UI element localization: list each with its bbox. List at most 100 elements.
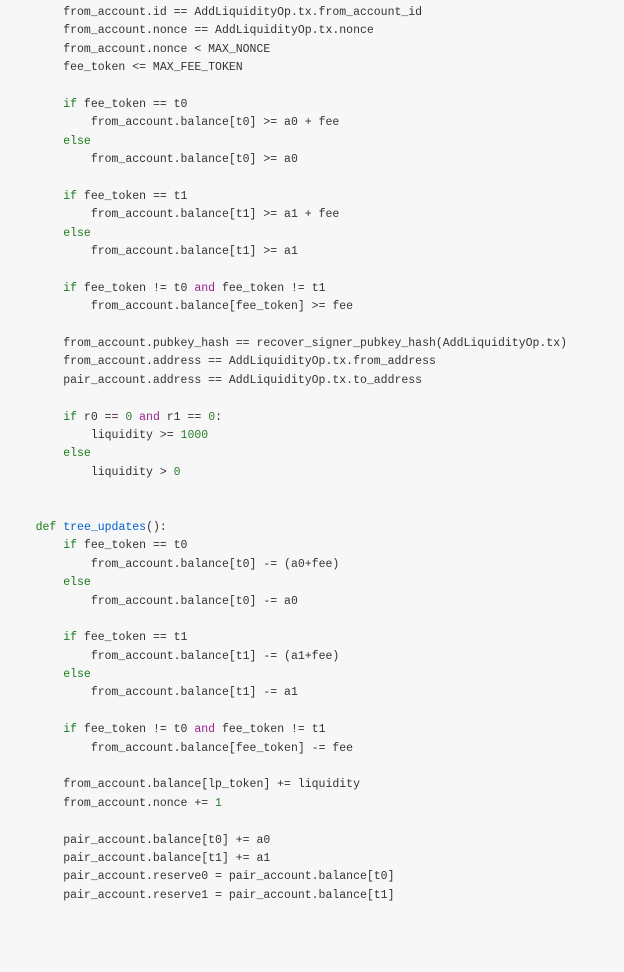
code-token: fee_token == t0	[77, 539, 187, 552]
code-line: from_account.balance[t1] >= a1	[8, 243, 616, 261]
code-token: from_account.balance[fee_token] >= fee	[91, 300, 353, 313]
indent	[8, 631, 63, 644]
indent	[8, 190, 63, 203]
code-token: from_account.balance[t1] -= (a1+fee)	[91, 650, 339, 663]
indent	[8, 208, 91, 221]
indent	[8, 650, 91, 663]
code-line: else	[8, 445, 616, 463]
code-token: else	[63, 135, 91, 148]
code-token: from_account.balance[t1] -= a1	[91, 686, 298, 699]
code-line: from_account.balance[t1] >= a1 + fee	[8, 206, 616, 224]
code-token: pair_account.balance[t1] += a1	[63, 852, 270, 865]
indent	[8, 282, 63, 295]
code-token: 1000	[181, 429, 209, 442]
indent	[8, 834, 63, 847]
code-line: if fee_token != t0 and fee_token != t1	[8, 721, 616, 739]
code-line: if fee_token == t1	[8, 629, 616, 647]
code-token: from_account.pubkey_hash == recover_sign…	[63, 337, 567, 350]
indent	[8, 447, 63, 460]
code-line	[8, 611, 616, 629]
code-token: else	[63, 447, 91, 460]
code-line: liquidity >= 1000	[8, 427, 616, 445]
code-line: pair_account.balance[t0] += a0	[8, 832, 616, 850]
code-token: from_account.id == AddLiquidityOp.tx.fro…	[63, 6, 422, 19]
code-token: r0 ==	[77, 411, 125, 424]
indent	[8, 686, 91, 699]
indent	[8, 668, 63, 681]
code-token: def	[36, 521, 57, 534]
code-token: tree_updates	[63, 521, 146, 534]
code-line	[8, 261, 616, 279]
code-line: else	[8, 133, 616, 151]
code-block: from_account.id == AddLiquidityOp.tx.fro…	[8, 4, 616, 905]
code-line: pair_account.reserve0 = pair_account.bal…	[8, 868, 616, 886]
indent	[8, 300, 91, 313]
indent	[8, 466, 91, 479]
code-token: from_account.balance[t0] >= a0 + fee	[91, 116, 339, 129]
indent	[8, 355, 63, 368]
indent	[8, 227, 63, 240]
code-line: if fee_token != t0 and fee_token != t1	[8, 280, 616, 298]
code-token: from_account.address == AddLiquidityOp.t…	[63, 355, 436, 368]
code-token: fee_token != t1	[215, 723, 325, 736]
indent	[8, 61, 63, 74]
code-token: and	[194, 723, 215, 736]
code-token: fee_token <= MAX_FEE_TOKEN	[63, 61, 242, 74]
code-token: from_account.balance[lp_token] += liquid…	[63, 778, 360, 791]
code-line: from_account.nonce += 1	[8, 795, 616, 813]
code-line: def tree_updates():	[8, 519, 616, 537]
indent	[8, 116, 91, 129]
code-token: pair_account.reserve1 = pair_account.bal…	[63, 889, 394, 902]
code-token: fee_token == t1	[77, 190, 187, 203]
code-token: pair_account.reserve0 = pair_account.bal…	[63, 870, 394, 883]
code-token: from_account.balance[t1] >= a1 + fee	[91, 208, 339, 221]
code-line: from_account.balance[t0] -= (a0+fee)	[8, 556, 616, 574]
code-token: ():	[146, 521, 167, 534]
code-line: from_account.balance[t0] -= a0	[8, 593, 616, 611]
indent	[8, 870, 63, 883]
code-line: if fee_token == t1	[8, 188, 616, 206]
code-token: 1	[215, 797, 222, 810]
code-line: from_account.balance[fee_token] >= fee	[8, 298, 616, 316]
code-line: pair_account.address == AddLiquidityOp.t…	[8, 372, 616, 390]
code-line: else	[8, 574, 616, 592]
code-line	[8, 390, 616, 408]
code-line: pair_account.reserve1 = pair_account.bal…	[8, 887, 616, 905]
code-line: from_account.id == AddLiquidityOp.tx.fro…	[8, 4, 616, 22]
indent	[8, 723, 63, 736]
indent	[8, 135, 63, 148]
indent	[8, 411, 63, 424]
indent	[8, 778, 63, 791]
code-token: from_account.nonce < MAX_NONCE	[63, 43, 270, 56]
code-token: from_account.balance[t0] -= (a0+fee)	[91, 558, 339, 571]
code-token: from_account.balance[fee_token] -= fee	[91, 742, 353, 755]
code-line	[8, 501, 616, 519]
code-token: fee_token == t0	[77, 98, 187, 111]
code-line: from_account.balance[fee_token] -= fee	[8, 740, 616, 758]
code-line: else	[8, 666, 616, 684]
code-token: fee_token != t0	[77, 282, 194, 295]
code-line: pair_account.balance[t1] += a1	[8, 850, 616, 868]
code-line: from_account.balance[lp_token] += liquid…	[8, 776, 616, 794]
code-token: if	[63, 282, 77, 295]
code-line: from_account.nonce < MAX_NONCE	[8, 41, 616, 59]
code-line: from_account.nonce == AddLiquidityOp.tx.…	[8, 22, 616, 40]
code-token: from_account.nonce +=	[63, 797, 215, 810]
code-line: from_account.pubkey_hash == recover_sign…	[8, 335, 616, 353]
code-token: if	[63, 539, 77, 552]
code-token: from_account.balance[t1] >= a1	[91, 245, 298, 258]
code-line: if fee_token == t0	[8, 96, 616, 114]
code-token: fee_token != t0	[77, 723, 194, 736]
code-line: liquidity > 0	[8, 464, 616, 482]
code-line: if r0 == 0 and r1 == 0:	[8, 409, 616, 427]
indent	[8, 245, 91, 258]
code-line	[8, 78, 616, 96]
indent	[8, 374, 63, 387]
code-line	[8, 813, 616, 831]
code-line: if fee_token == t0	[8, 537, 616, 555]
indent	[8, 742, 91, 755]
code-token: fee_token == t1	[77, 631, 187, 644]
indent	[8, 98, 63, 111]
code-line	[8, 482, 616, 500]
indent	[8, 539, 63, 552]
